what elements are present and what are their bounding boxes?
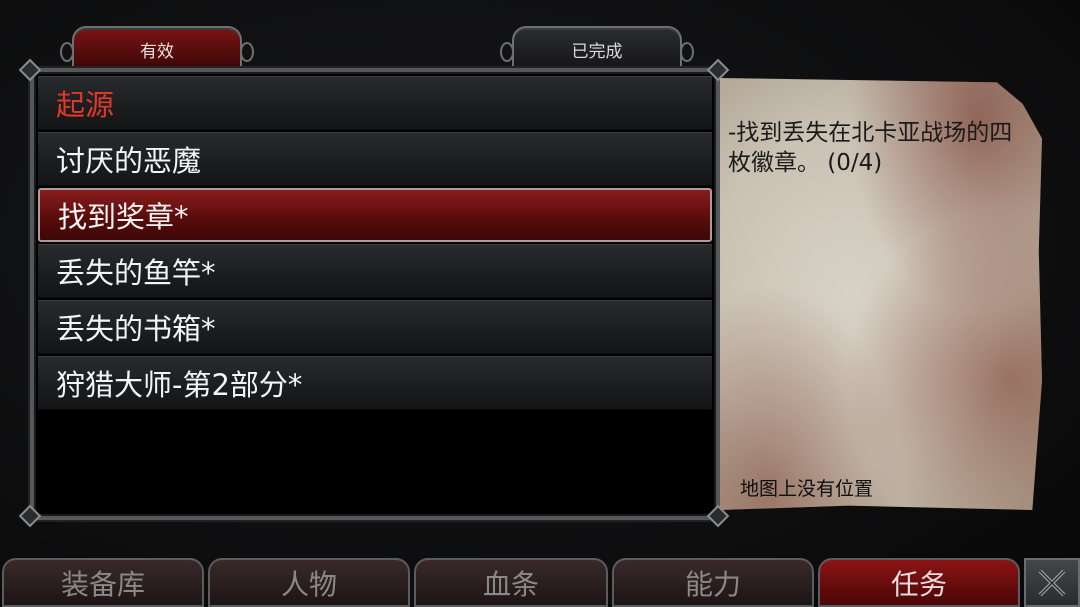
quest-list: 起源 讨厌的恶魔 找到奖章* 丢失的鱼竿* 丢失的书箱* 狩猎大师-第2部分* — [38, 76, 712, 412]
quest-item-label: 狩猎大师-第2部分* — [56, 368, 303, 402]
quest-item-label: 丢失的鱼竿* — [56, 256, 216, 290]
tab-ornament-left — [500, 42, 514, 62]
bottom-nav: 装备库 人物 血条 能力 任务 — [0, 556, 1080, 607]
quest-item-lost-book-box[interactable]: 丢失的书箱* — [38, 300, 712, 354]
game-screen: 有效 已完成 起源 讨厌的恶魔 找到奖章* 丢失的鱼竿* 丢失的书箱* 狩猎大师… — [0, 0, 1080, 607]
quest-item-master-hunter-2[interactable]: 狩猎大师-第2部分* — [38, 356, 712, 410]
tab-ornament-right — [680, 42, 694, 62]
quest-item-label: 起源 — [56, 88, 115, 122]
close-button[interactable] — [1024, 558, 1080, 607]
quest-item-label: 丢失的书箱* — [56, 312, 216, 346]
quest-description: -找到丢失在北卡亚战场的四枚徽章。 (0/4) — [728, 120, 1013, 176]
quest-item-label: 讨厌的恶魔 — [56, 144, 202, 178]
nav-label: 装备库 — [60, 567, 145, 601]
nav-quests-button[interactable]: 任务 — [818, 558, 1020, 607]
nav-label: 人物 — [280, 567, 337, 601]
quest-item-label: 找到奖章* — [58, 200, 189, 234]
quest-item-find-medal[interactable]: 找到奖章* — [38, 188, 712, 242]
close-x-icon — [1038, 569, 1066, 596]
quest-item-nasty-demon[interactable]: 讨厌的恶魔 — [38, 132, 712, 186]
quest-item-origin[interactable]: 起源 — [38, 76, 712, 130]
nav-inventory-button[interactable]: 装备库 — [2, 558, 204, 607]
tab-ornament-right — [240, 42, 254, 62]
tab-completed[interactable]: 已完成 — [500, 26, 694, 70]
nav-health-bar-button[interactable]: 血条 — [414, 558, 608, 607]
tab-active-label: 有效 — [140, 41, 174, 62]
nav-abilities-button[interactable]: 能力 — [612, 558, 814, 607]
tab-ornament-left — [60, 42, 74, 62]
tab-active[interactable]: 有效 — [60, 26, 254, 70]
tab-completed-label: 已完成 — [571, 41, 623, 62]
quest-item-lost-fishing-rod[interactable]: 丢失的鱼竿* — [38, 244, 712, 298]
nav-label: 血条 — [482, 567, 539, 601]
nav-character-button[interactable]: 人物 — [208, 558, 410, 607]
nav-label: 能力 — [684, 567, 741, 601]
quest-list-panel: 起源 讨厌的恶魔 找到奖章* 丢失的鱼竿* 丢失的书箱* 狩猎大师-第2部分* — [30, 68, 720, 520]
nav-label: 任务 — [890, 567, 947, 601]
quest-location-note: 地图上没有位置 — [740, 478, 874, 500]
